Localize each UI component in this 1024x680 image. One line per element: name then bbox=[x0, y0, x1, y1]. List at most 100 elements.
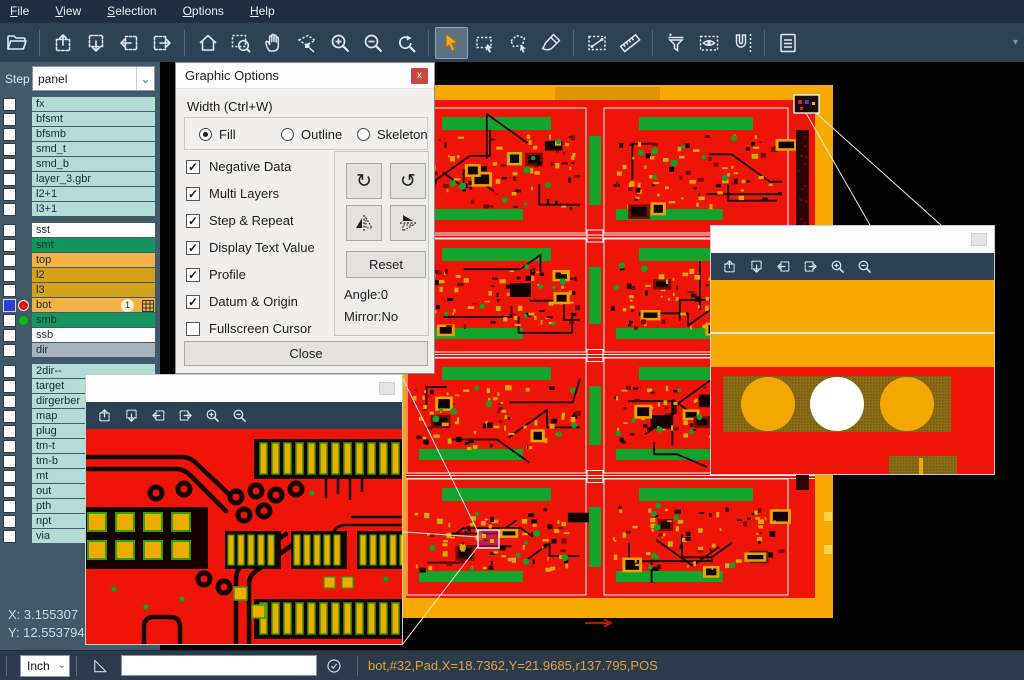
layer-checkbox[interactable] bbox=[3, 395, 16, 408]
layer-row-layer_3.gbr[interactable]: layer_3.gbr bbox=[0, 172, 160, 187]
layer-name[interactable]: smd_t bbox=[32, 142, 155, 156]
checkbox-profile[interactable]: ✓Profile bbox=[186, 267, 246, 282]
pan-down-icon[interactable] bbox=[79, 27, 112, 59]
pan-up-icon[interactable] bbox=[721, 258, 738, 275]
layer-name[interactable]: smd_b bbox=[32, 157, 155, 171]
layer-name[interactable]: bfsmb bbox=[32, 127, 155, 141]
menu-help[interactable]: Help bbox=[250, 4, 275, 18]
layer-row-smd_b[interactable]: smd_b bbox=[0, 157, 160, 172]
graphic-options-dialog[interactable]: Graphic Options x Width (Ctrl+W) Fill Ou… bbox=[175, 62, 435, 374]
layer-row-smt[interactable]: smt bbox=[0, 238, 160, 253]
snap-magnet-icon[interactable] bbox=[725, 27, 758, 59]
measure-ruler-icon[interactable] bbox=[613, 27, 646, 59]
zoom-window-icon[interactable] bbox=[224, 27, 257, 59]
layer-checkbox[interactable] bbox=[3, 530, 16, 543]
layer-row-dir[interactable]: dir bbox=[0, 343, 160, 358]
layer-checkbox[interactable] bbox=[3, 485, 16, 498]
pan-down-icon[interactable] bbox=[748, 258, 765, 275]
layer-row-l2+1[interactable]: l2+1 bbox=[0, 187, 160, 202]
layer-checkbox[interactable] bbox=[3, 299, 16, 312]
radio-skeleton[interactable]: Skeleton bbox=[357, 127, 428, 142]
checkbox-datum-origin[interactable]: ✓Datum & Origin bbox=[186, 294, 298, 309]
layer-checkbox[interactable] bbox=[3, 269, 16, 282]
layer-row-l3+1[interactable]: l3+1 bbox=[0, 202, 160, 217]
pan-down-icon[interactable] bbox=[123, 407, 140, 424]
layer-checkbox[interactable] bbox=[3, 203, 16, 216]
layer-row-smd_t[interactable]: smd_t bbox=[0, 142, 160, 157]
layer-name[interactable]: top bbox=[32, 253, 155, 267]
checkbox-negative-data[interactable]: ✓Negative Data bbox=[186, 159, 291, 174]
zoom-in-icon[interactable] bbox=[204, 407, 221, 424]
layer-row-sst[interactable]: sst bbox=[0, 223, 160, 238]
layer-checkbox[interactable] bbox=[3, 455, 16, 468]
layer-row-bfsmb[interactable]: bfsmb bbox=[0, 127, 160, 142]
layer-name[interactable]: l3+1 bbox=[32, 202, 155, 216]
layer-row-bfsmt[interactable]: bfsmt bbox=[0, 112, 160, 127]
layer-checkbox[interactable] bbox=[3, 98, 16, 111]
zoom-out-icon[interactable] bbox=[356, 27, 389, 59]
layer-name[interactable]: ssb bbox=[32, 328, 155, 342]
menu-file[interactable]: File bbox=[10, 4, 29, 18]
layer-checkbox[interactable] bbox=[3, 470, 16, 483]
dialog-titlebar[interactable]: Graphic Options bbox=[176, 63, 434, 89]
select-rectangle-icon[interactable] bbox=[468, 27, 501, 59]
layer-row-smb[interactable]: smb bbox=[0, 313, 160, 328]
open-folder-icon[interactable] bbox=[0, 27, 33, 59]
zoom-in-icon[interactable] bbox=[323, 27, 356, 59]
step-select[interactable]: panel ⌄ bbox=[32, 66, 155, 91]
pan-left-icon[interactable] bbox=[150, 407, 167, 424]
layer-checkbox[interactable] bbox=[3, 344, 16, 357]
zoom-window-viewport[interactable] bbox=[86, 429, 402, 644]
layer-name[interactable]: bfsmt bbox=[32, 112, 155, 126]
window-button[interactable] bbox=[379, 382, 395, 395]
radio-fill[interactable]: Fill bbox=[199, 127, 236, 142]
layer-row-l3[interactable]: l3 bbox=[0, 283, 160, 298]
measure-distance-icon[interactable] bbox=[580, 27, 613, 59]
zoom-area-icon[interactable] bbox=[290, 27, 323, 59]
layer-checkbox[interactable] bbox=[3, 410, 16, 423]
layer-name[interactable]: layer_3.gbr bbox=[32, 172, 155, 186]
filter-icon[interactable] bbox=[659, 27, 692, 59]
layer-checkbox[interactable] bbox=[3, 173, 16, 186]
layer-checkbox[interactable] bbox=[3, 284, 16, 297]
layer-name[interactable]: fx bbox=[32, 97, 155, 111]
layer-checkbox[interactable] bbox=[3, 143, 16, 156]
zoom-out-icon[interactable] bbox=[231, 407, 248, 424]
pan-up-icon[interactable] bbox=[96, 407, 113, 424]
pan-right-icon[interactable] bbox=[145, 27, 178, 59]
checkbox-step-repeat[interactable]: ✓Step & Repeat bbox=[186, 213, 294, 228]
zoom-previous-icon[interactable] bbox=[389, 27, 422, 59]
zoom-window-titlebar[interactable] bbox=[711, 226, 994, 253]
layer-checkbox[interactable] bbox=[3, 425, 16, 438]
menu-options[interactable]: Options bbox=[183, 4, 224, 18]
zoom-home-icon[interactable] bbox=[191, 27, 224, 59]
pan-right-icon[interactable] bbox=[177, 407, 194, 424]
layer-checkbox[interactable] bbox=[3, 224, 16, 237]
layer-checkbox[interactable] bbox=[3, 113, 16, 126]
layer-checkbox[interactable] bbox=[3, 365, 16, 378]
layer-checkbox[interactable] bbox=[3, 188, 16, 201]
layer-row-fx[interactable]: fx bbox=[0, 97, 160, 112]
close-button[interactable]: Close bbox=[184, 341, 428, 366]
layer-checkbox[interactable] bbox=[3, 515, 16, 528]
zoom-window-viewport[interactable] bbox=[711, 280, 994, 474]
window-button[interactable] bbox=[971, 233, 987, 246]
checkbox-display-text-value[interactable]: ✓Display Text Value bbox=[186, 240, 315, 255]
grid-icon[interactable] bbox=[142, 299, 154, 311]
zoom-window-pad[interactable] bbox=[710, 225, 995, 475]
zoom-window-titlebar[interactable] bbox=[86, 375, 402, 402]
layer-name[interactable]: smb bbox=[32, 313, 155, 327]
select-cursor-icon[interactable] bbox=[435, 27, 468, 59]
layer-checkbox[interactable] bbox=[3, 254, 16, 267]
layer-checkbox[interactable] bbox=[3, 158, 16, 171]
layer-checkbox[interactable] bbox=[3, 329, 16, 342]
layer-name[interactable]: l2+1 bbox=[32, 187, 155, 201]
layer-checkbox[interactable] bbox=[3, 314, 16, 327]
layer-row-top[interactable]: top bbox=[0, 253, 160, 268]
layer-row-ssb[interactable]: ssb bbox=[0, 328, 160, 343]
view-inspect-icon[interactable] bbox=[692, 27, 725, 59]
zoom-out-icon[interactable] bbox=[856, 258, 873, 275]
report-list-icon[interactable] bbox=[771, 27, 804, 59]
angle-mode-icon[interactable] bbox=[91, 657, 109, 675]
pan-left-icon[interactable] bbox=[112, 27, 145, 59]
